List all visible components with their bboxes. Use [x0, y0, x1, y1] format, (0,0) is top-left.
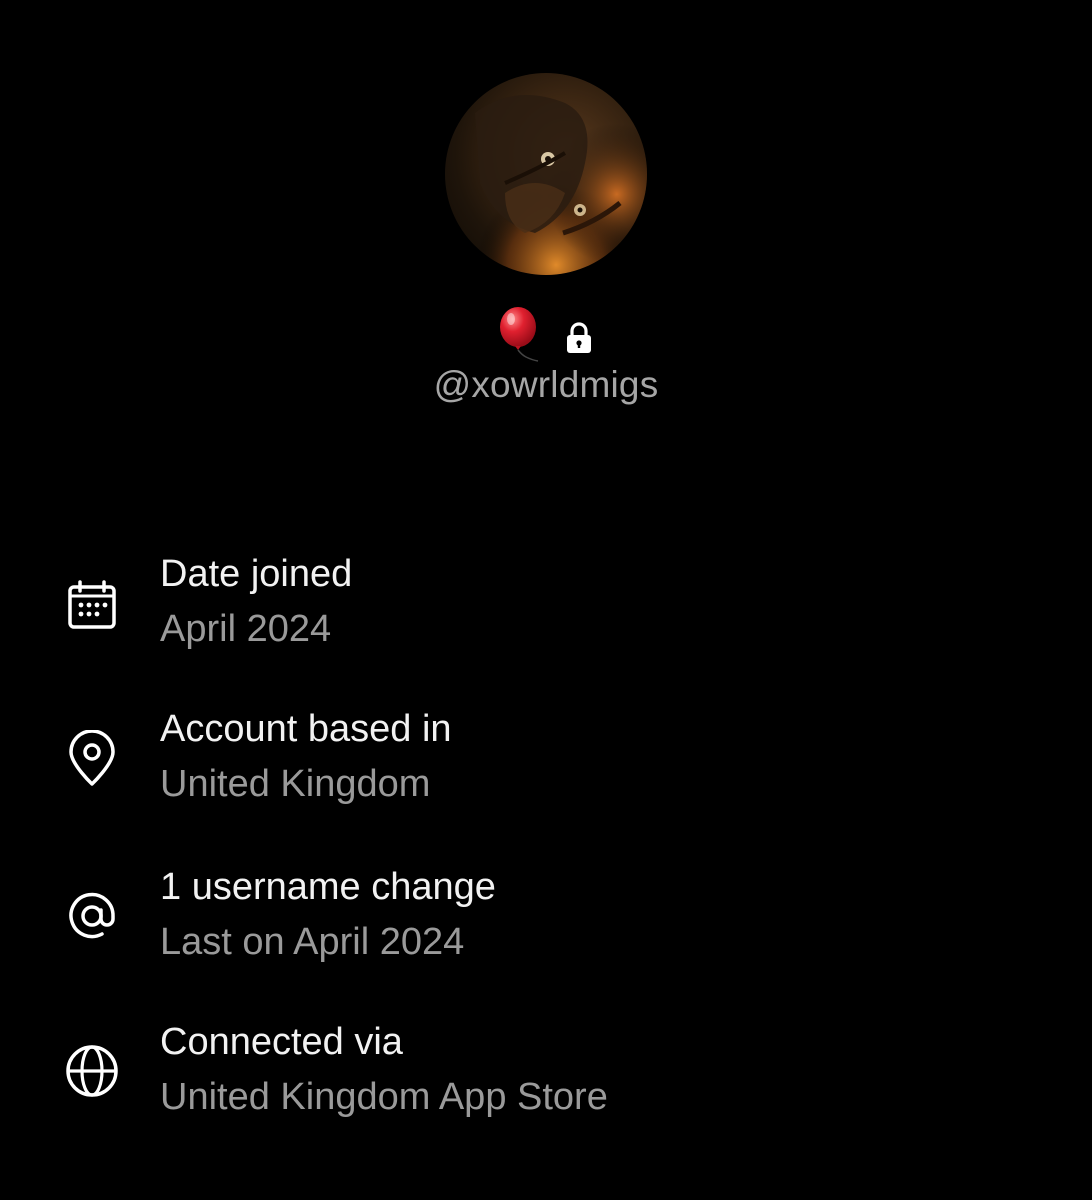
red-balloon-icon	[500, 307, 539, 362]
profile-avatar[interactable]	[445, 73, 647, 275]
calendar-icon	[62, 577, 122, 637]
info-row-account-based-in: Account based in United Kingdom	[0, 708, 1092, 828]
username-change-value: Last on April 2024	[160, 921, 465, 963]
date-joined-label: Date joined	[160, 553, 353, 595]
info-row-date-joined: Date joined April 2024	[0, 553, 1092, 673]
date-joined-value: April 2024	[160, 608, 332, 650]
globe-icon	[62, 1041, 122, 1101]
profile-photo-image	[445, 73, 647, 275]
location-pin-icon	[62, 730, 122, 790]
profile-name-row	[0, 305, 1092, 365]
account-based-in-value: United Kingdom	[160, 763, 431, 805]
info-row-username-change: 1 username change Last on April 2024	[0, 866, 1092, 986]
info-row-connected-via: Connected via United Kingdom App Store	[0, 1021, 1092, 1141]
at-sign-icon	[62, 886, 122, 946]
lock-icon	[567, 322, 591, 353]
connected-via-label: Connected via	[160, 1021, 403, 1063]
connected-via-value: United Kingdom App Store	[160, 1076, 608, 1118]
username-change-label: 1 username change	[160, 866, 496, 908]
account-based-in-label: Account based in	[160, 708, 452, 750]
profile-handle: @xowrldmigs	[433, 364, 659, 405]
